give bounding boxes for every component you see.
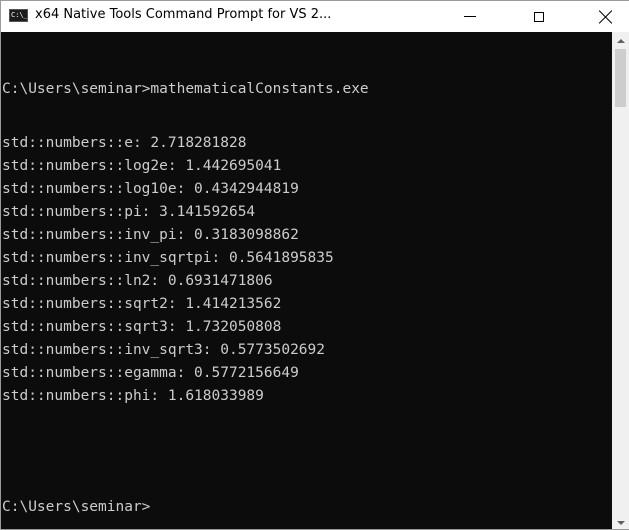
console-output-line: std::numbers::inv_sqrtpi: 0.5641895835 bbox=[2, 250, 334, 266]
console-output-line: std::numbers::phi: 1.618033989 bbox=[2, 388, 264, 404]
console-output-line: std::numbers::egamma: 0.5772156649 bbox=[2, 365, 299, 381]
chevron-down-icon bbox=[616, 520, 625, 525]
console-output-line: std::numbers::ln2: 0.6931471806 bbox=[2, 273, 273, 289]
close-icon bbox=[599, 10, 613, 24]
close-button[interactable] bbox=[583, 1, 629, 32]
maximize-icon bbox=[534, 11, 544, 22]
console-output-line: std::numbers::e: 2.718281828 bbox=[2, 135, 247, 151]
console-output-line: std::numbers::inv_sqrt3: 0.5773502692 bbox=[2, 342, 326, 358]
console-output-line: std::numbers::log10e: 0.4342944819 bbox=[2, 181, 299, 197]
console-output-line: std::numbers::log2e: 1.442695041 bbox=[2, 158, 282, 174]
chevron-up-icon bbox=[616, 38, 625, 43]
title-bar[interactable]: C:\_ x64 Native Tools Command Prompt for… bbox=[1, 1, 629, 32]
window-title: x64 Native Tools Command Prompt for VS 2… bbox=[35, 7, 332, 22]
scroll-down-button[interactable] bbox=[612, 514, 629, 529]
command-prompt-window: C:\_ x64 Native Tools Command Prompt for… bbox=[0, 0, 629, 530]
console-output-line: std::numbers::pi: 3.141592654 bbox=[2, 204, 256, 220]
console-output-line: std::numbers::inv_pi: 0.3183098862 bbox=[2, 227, 299, 243]
minimize-icon bbox=[464, 16, 476, 17]
console-output-line: std::numbers::sqrt3: 1.732050808 bbox=[2, 319, 282, 335]
console-output-line: std::numbers::sqrt2: 1.414213562 bbox=[2, 296, 282, 312]
console-app-icon[interactable]: C:\_ bbox=[9, 9, 28, 22]
console-command-line: C:\Users\seminar>mathematicalConstants.e… bbox=[2, 81, 369, 97]
console-prompt-line: C:\Users\seminar> bbox=[2, 499, 151, 515]
console-output[interactable]: C:\Users\seminar>mathematicalConstants.e… bbox=[1, 32, 612, 529]
scroll-thumb[interactable] bbox=[615, 49, 626, 107]
minimize-button[interactable] bbox=[447, 1, 493, 32]
vertical-scrollbar[interactable] bbox=[612, 32, 629, 529]
maximize-button[interactable] bbox=[516, 1, 562, 32]
scroll-up-button[interactable] bbox=[612, 32, 629, 49]
